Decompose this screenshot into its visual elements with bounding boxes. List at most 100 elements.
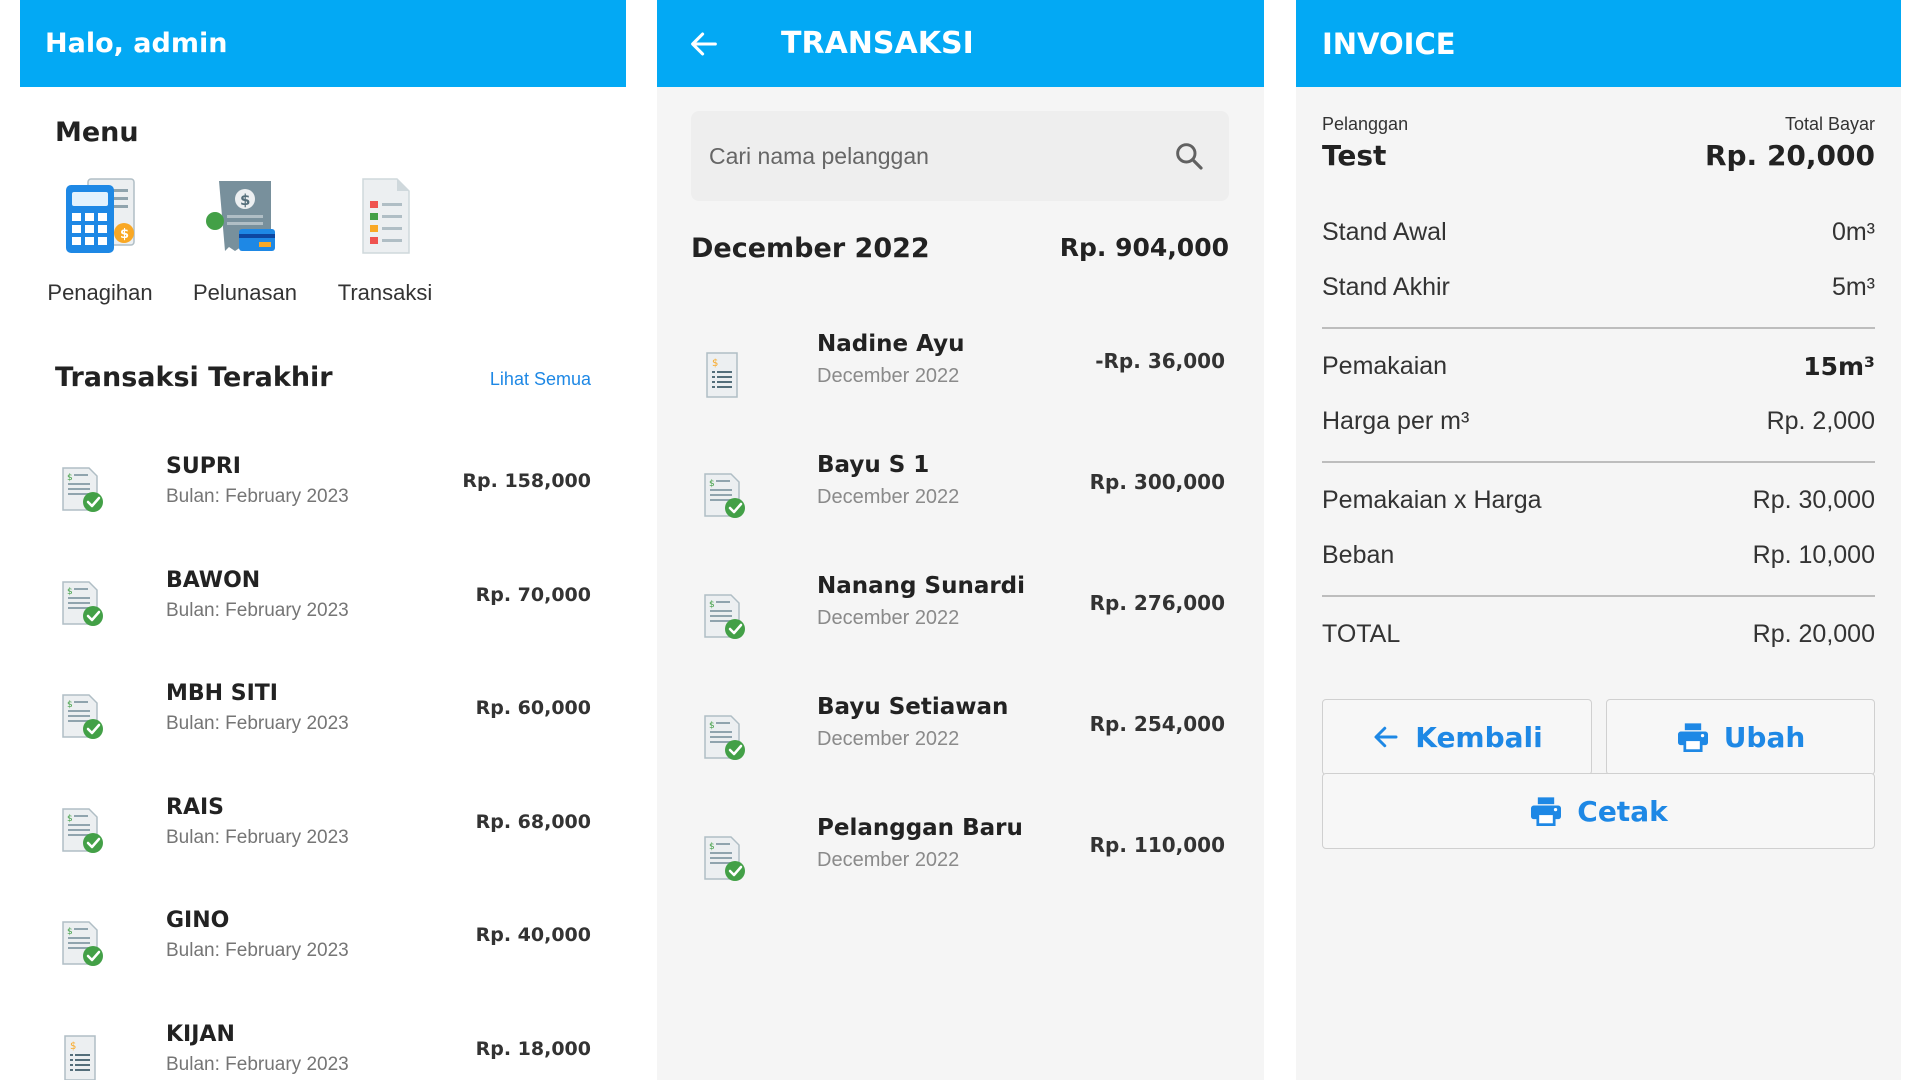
billing-month: Bulan: February 2023 (166, 827, 349, 848)
table-row[interactable]: Bayu Setiawan December 2022 Rp. 254,000 (691, 690, 1229, 790)
divider (1322, 595, 1875, 597)
edit-button[interactable]: Ubah (1606, 699, 1875, 775)
paid-document-icon (55, 918, 107, 970)
invoice-app-bar: INVOICE (1296, 0, 1901, 87)
customer-name: Test (1322, 139, 1387, 172)
list-item[interactable]: SUPRI Bulan: February 2023 Rp. 158,000 (55, 450, 591, 540)
billing-month: Bulan: February 2023 (166, 600, 349, 621)
amount: Rp. 70,000 (475, 584, 591, 606)
month-header: December 2022 (691, 233, 930, 264)
row-label: Harga per m³ (1322, 407, 1470, 435)
transaction-month: December 2022 (817, 486, 960, 508)
amount: Rp. 158,000 (462, 470, 591, 492)
total-label: Total Bayar (1784, 114, 1875, 134)
customer-name: Nadine Ayu (817, 331, 965, 357)
row-value: Rp. 30,000 (1752, 486, 1875, 514)
paid-document-icon (697, 712, 749, 764)
customer-name: Bayu S 1 (817, 452, 930, 478)
invoice-row-total: TOTAL Rp. 20,000 (1322, 620, 1875, 660)
page-title: INVOICE (1322, 26, 1456, 61)
table-row[interactable]: Nanang Sunardi December 2022 Rp. 276,000 (691, 569, 1229, 669)
transaction-app-bar: TRANSAKSI (657, 0, 1264, 87)
row-label: Pemakaian (1322, 352, 1448, 380)
row-label: Stand Awal (1322, 218, 1447, 246)
menu-item-transaksi[interactable]: Transaksi (320, 175, 450, 306)
list-item[interactable]: KIJAN Bulan: February 2023 Rp. 18,000 (55, 1018, 591, 1080)
row-value: 5m³ (1831, 273, 1875, 301)
amount: Rp. 110,000 (1089, 833, 1225, 857)
table-row[interactable]: Pelanggan Baru December 2022 Rp. 110,000 (691, 811, 1229, 911)
amount: Rp. 60,000 (475, 697, 591, 719)
back-button[interactable]: Kembali (1322, 699, 1592, 775)
row-value: 0m³ (1831, 218, 1875, 246)
customer-name: Pelanggan Baru (817, 815, 1023, 841)
svg-text:$: $ (240, 191, 250, 209)
total-value: Rp. 20,000 (1704, 139, 1875, 172)
amount: Rp. 300,000 (1089, 470, 1225, 494)
amount: -Rp. 36,000 (1095, 349, 1225, 373)
greeting: Halo, admin (45, 28, 228, 59)
customer-name: MBH SITI (166, 681, 278, 706)
customer-name: Bayu Setiawan (817, 694, 1009, 720)
invoice-row-pemakaian: Pemakaian 15m³ (1322, 352, 1875, 392)
search-input[interactable] (709, 111, 1169, 201)
list-item[interactable]: MBH SITI Bulan: February 2023 Rp. 60,000 (55, 677, 591, 767)
table-row[interactable]: Bayu S 1 December 2022 Rp. 300,000 (691, 448, 1229, 548)
menu-item-label: Pelunasan (193, 280, 297, 305)
printer-icon (1531, 797, 1562, 826)
paid-document-icon (55, 805, 107, 857)
month-total: Rp. 904,000 (1059, 233, 1229, 262)
menu-item-penagihan[interactable]: $ Penagihan (35, 175, 165, 306)
row-label: Beban (1322, 541, 1395, 569)
invoice-row-harga: Harga per m³ Rp. 2,000 (1322, 407, 1875, 447)
customer-name: KIJAN (166, 1022, 235, 1047)
amount: Rp. 68,000 (475, 811, 591, 833)
customer-name: RAIS (166, 795, 224, 820)
billing-month: Bulan: February 2023 (166, 486, 349, 507)
invoice-row-stand-akhir: Stand Akhir 5m³ (1322, 273, 1875, 313)
transaction-month: December 2022 (817, 365, 960, 387)
customer-name: Nanang Sunardi (817, 573, 1026, 599)
home-app-bar: Halo, admin (20, 0, 626, 87)
amount: Rp. 254,000 (1089, 712, 1225, 736)
paid-document-icon (697, 470, 749, 522)
transaction-month: December 2022 (817, 607, 960, 629)
svg-text:$: $ (120, 227, 129, 242)
invoice-screen: INVOICE Pelanggan Test Total Bayar Rp. 2… (1296, 0, 1901, 1080)
page-title: TRANSAKSI (781, 26, 974, 61)
customer-name: SUPRI (166, 454, 241, 479)
row-value: 15m³ (1803, 352, 1875, 381)
back-arrow-icon[interactable] (687, 27, 721, 61)
amount: Rp. 40,000 (475, 924, 591, 946)
back-button-label: Kembali (1415, 720, 1543, 754)
print-button[interactable]: Cetak (1322, 773, 1875, 849)
transaction-month: December 2022 (817, 849, 960, 871)
payment-receipt-icon: $ (206, 181, 275, 251)
customer-name: BAWON (166, 568, 261, 593)
divider (1322, 461, 1875, 463)
search-box[interactable] (691, 111, 1229, 201)
amount: Rp. 276,000 (1089, 591, 1225, 615)
paid-document-icon (55, 578, 107, 630)
billing-month: Bulan: February 2023 (166, 713, 349, 734)
invoice-row-subtotal: Pemakaian x Harga Rp. 30,000 (1322, 486, 1875, 526)
list-item[interactable]: RAIS Bulan: February 2023 Rp. 68,000 (55, 791, 591, 881)
transaction-month: December 2022 (817, 728, 960, 750)
list-item[interactable]: BAWON Bulan: February 2023 Rp. 70,000 (55, 564, 591, 654)
home-screen: Halo, admin Menu $ Penagihan $ Pelunasan… (20, 0, 626, 1080)
transaction-document-icon (362, 178, 410, 254)
invoice-row-stand-awal: Stand Awal 0m³ (1322, 218, 1875, 258)
search-icon[interactable] (1173, 140, 1205, 172)
arrow-left-icon (1374, 726, 1398, 748)
invoice-row-beban: Beban Rp. 10,000 (1322, 541, 1875, 581)
billing-calculator-icon: $ (66, 178, 135, 253)
list-item[interactable]: GINO Bulan: February 2023 Rp. 40,000 (55, 904, 591, 994)
see-all-link[interactable]: Lihat Semua (490, 369, 591, 390)
edit-button-label: Ubah (1723, 720, 1806, 754)
menu-item-pelunasan[interactable]: $ Pelunasan (180, 175, 310, 306)
paid-document-icon (697, 591, 749, 643)
menu-title: Menu (55, 117, 139, 148)
row-value: Rp. 20,000 (1752, 620, 1875, 648)
customer-name: GINO (166, 908, 230, 933)
table-row[interactable]: Nadine Ayu December 2022 -Rp. 36,000 (691, 327, 1229, 427)
